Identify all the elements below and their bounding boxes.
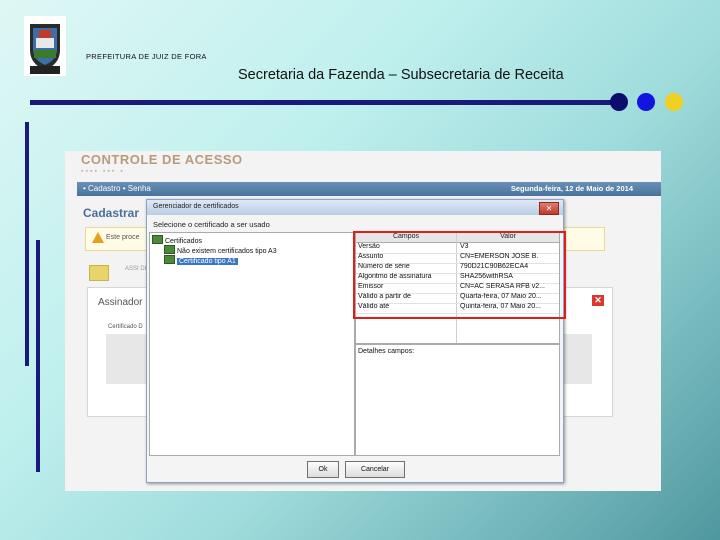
dialog-titlebar: Gerenciador de certificados ✕ — [147, 200, 563, 215]
tree-root[interactable]: Certificados — [152, 235, 202, 245]
decor-dot-navy — [610, 93, 628, 111]
details-label: Detalhes campos: — [358, 348, 415, 355]
slide-title: Secretaria da Fazenda – Subsecretaria de… — [238, 67, 564, 83]
certificate-tree[interactable]: Certificados Não existem certificados ti… — [149, 232, 355, 456]
certificate-field-label: Certificado D — [108, 324, 143, 330]
organization-name: PREFEITURA DE JUIZ DE FORA — [86, 52, 207, 61]
tree-item-a3[interactable]: Não existem certificados tipo A3 — [164, 245, 277, 255]
warning-text: Este proce — [106, 234, 140, 241]
city-crest-logo — [24, 16, 66, 76]
close-icon[interactable]: ✕ — [592, 295, 604, 306]
field-details-box: Detalhes campos: — [355, 344, 560, 456]
app-subtitle-decor: ▪▪▪▪ ▪▪▪ ▪ — [81, 168, 125, 175]
signature-logo-icon — [89, 265, 109, 281]
assinador-title: Assinador — [98, 297, 143, 308]
left-decor-line — [25, 122, 29, 366]
tree-item-label: Não existem certificados tipo A3 — [177, 248, 277, 255]
nav-date: Segunda-feira, 12 de Maio de 2014 — [510, 184, 633, 193]
certificate-folder-icon — [152, 235, 163, 244]
certificate-manager-dialog: Gerenciador de certificados ✕ Selecione … — [146, 199, 566, 483]
app-title: CONTROLE DE ACESSO — [81, 152, 243, 167]
tree-item-label-selected: Certificado tipo A1 — [177, 258, 238, 265]
certificate-icon — [164, 255, 175, 264]
cancel-button[interactable]: Cancelar — [345, 461, 405, 478]
warning-icon — [92, 232, 104, 243]
embedded-screenshot: CONTROLE DE ACESSO ▪▪▪▪ ▪▪▪ ▪ • Cadastro… — [65, 151, 661, 491]
app-navbar: • Cadastro • Senha Segunda-feira, 12 de … — [77, 182, 661, 196]
decor-dot-yellow — [665, 93, 683, 111]
decor-dot-blue — [637, 93, 655, 111]
header-divider — [30, 100, 615, 105]
nav-menu[interactable]: • Cadastro • Senha — [83, 184, 151, 193]
dialog-title: Gerenciador de certificados — [153, 203, 239, 210]
tree-root-label: Certificados — [165, 238, 202, 245]
certificate-icon — [164, 245, 175, 254]
left-decor-line-2 — [36, 240, 40, 472]
ok-button[interactable]: Ok — [307, 461, 339, 478]
tree-item-a1[interactable]: Certificado tipo A1 — [164, 255, 238, 265]
highlight-box — [353, 231, 566, 319]
page-title: Cadastrar — [83, 206, 140, 220]
dialog-close-button[interactable]: ✕ — [539, 202, 559, 215]
select-certificate-label: Selecione o certificado a ser usado — [153, 220, 270, 229]
